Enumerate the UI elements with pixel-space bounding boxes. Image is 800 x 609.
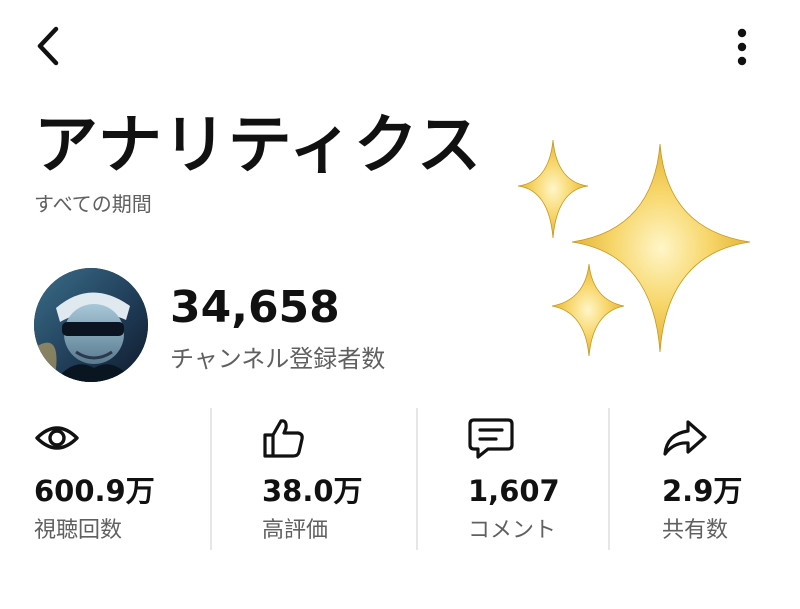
stat-value: 2.9万 [662,474,743,508]
divider [210,408,212,550]
stat-value: 600.9万 [34,474,155,508]
stat-label: 視聴回数 [34,518,123,543]
share-icon [663,420,707,456]
stats-row: 600.9万 視聴回数 38.0万 高評価 1,607 コメント 2.9万 共有… [0,408,800,553]
back-button[interactable] [28,22,68,70]
stat-label: 共有数 [662,518,729,543]
subscriber-label: チャンネル登録者数 [170,345,386,373]
eye-icon [35,426,79,450]
stat-value: 38.0万 [262,474,363,508]
chevron-left-icon [37,26,59,66]
channel-avatar[interactable] [34,268,148,382]
more-options-button[interactable] [726,24,758,70]
subscriber-count: 34,658 [170,282,340,333]
stat-label: コメント [468,518,557,543]
page-title: アナリティクス [34,109,482,183]
stat-label: 高評価 [262,518,329,543]
sparkles-icon [517,139,751,357]
divider [608,408,610,550]
more-vertical-icon [737,28,747,66]
thumbs-up-icon [263,419,304,458]
stat-value: 1,607 [468,474,560,508]
avatar-image [34,268,148,382]
period-selector[interactable]: すべての期間 [34,190,152,218]
comment-icon [468,418,514,459]
divider [416,408,418,550]
